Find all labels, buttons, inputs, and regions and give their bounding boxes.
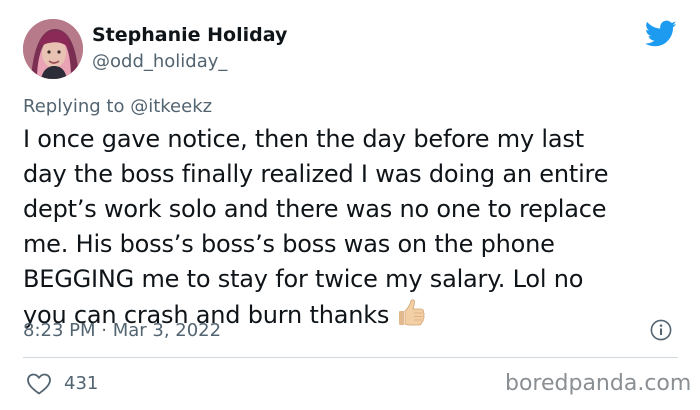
tweet-line: dept’s work solo and there was no one to…	[23, 195, 607, 223]
reply-prefix: Replying to	[23, 96, 125, 117]
divider	[23, 357, 678, 358]
watermark: boredpanda.com	[505, 371, 692, 396]
display-name[interactable]: Stephanie Holiday	[92, 24, 287, 46]
tweet-timestamp[interactable]: 8:23 PM · Mar 3, 2022	[23, 320, 221, 341]
tweet-line: I once gave notice, then the day before …	[23, 125, 584, 153]
reply-mention-link[interactable]: @itkeekz	[130, 96, 212, 117]
like-count: 431	[64, 373, 99, 394]
thumbs-up-emoji-icon	[395, 297, 427, 329]
tweet-line: day the boss finally realized I was doin…	[23, 160, 609, 188]
twitter-bird-icon[interactable]	[644, 20, 677, 48]
user-handle[interactable]: @odd_holiday_	[92, 51, 227, 72]
tweet-line: me. His boss’s boss’s boss was on the ph…	[23, 230, 555, 258]
tweet-text: I once gave notice, then the day before …	[23, 122, 683, 333]
avatar[interactable]	[23, 19, 83, 79]
heart-icon[interactable]	[26, 372, 52, 396]
tweet-card: Stephanie Holiday @odd_holiday_ Replying…	[0, 0, 700, 410]
info-icon[interactable]	[650, 319, 672, 341]
reply-context: Replying to @itkeekz	[23, 96, 212, 117]
tweet-line: BEGGING me to stay for twice my salary. …	[23, 265, 584, 293]
